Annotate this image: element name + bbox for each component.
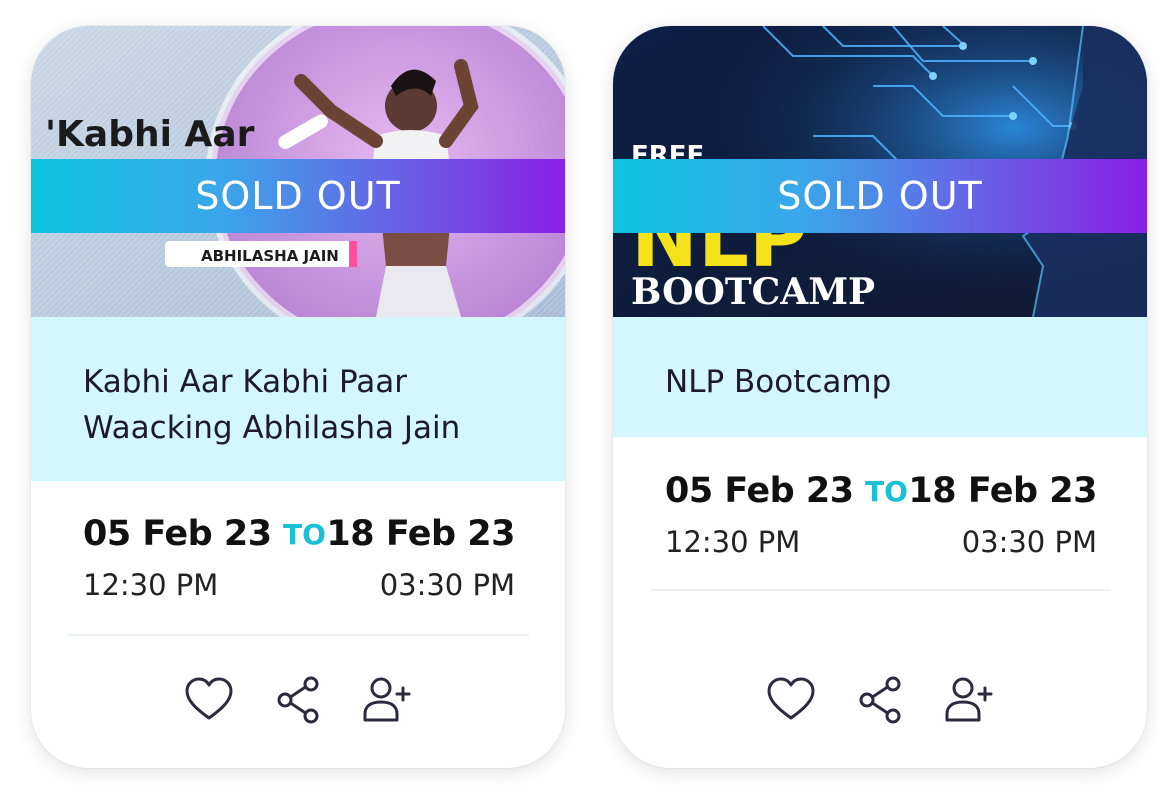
banner-subtext: BOOTCAMP: [631, 271, 875, 313]
heart-icon[interactable]: [183, 674, 235, 726]
sold-out-banner: SOLD OUT: [31, 159, 565, 233]
add-user-icon[interactable]: [361, 674, 413, 726]
share-icon[interactable]: [855, 674, 907, 726]
start-date: 05 Feb 23: [83, 514, 272, 554]
end-time: 03:30 PM: [379, 568, 515, 602]
event-title[interactable]: Kabhi Aar Kabhi Paar Waacking Abhilasha …: [83, 359, 513, 451]
event-dates: 05 Feb 23 TO 18 Feb 23 12:30 PM 03:30 PM: [83, 514, 515, 612]
card-actions: [31, 674, 565, 734]
start-date: 05 Feb 23: [665, 471, 854, 511]
divider: [69, 634, 529, 636]
to-label: TO: [865, 475, 908, 508]
sold-out-banner: SOLD OUT: [613, 159, 1147, 233]
heart-icon[interactable]: [765, 674, 817, 726]
to-label: TO: [283, 518, 326, 551]
divider: [651, 589, 1111, 591]
card-actions: [613, 674, 1147, 734]
banner-subtext: ABHILASHA JAIN: [201, 247, 339, 265]
end-date: 18 Feb 23: [908, 471, 1097, 511]
event-card[interactable]: 'Kabhi Aar ABHILASHA JAIN SOLD OUT Kabhi…: [31, 26, 565, 768]
start-time: 12:30 PM: [665, 525, 801, 559]
end-date: 18 Feb 23: [326, 514, 515, 554]
add-user-icon[interactable]: [943, 674, 995, 726]
event-card[interactable]: FREE NLP BOOTCAMP SOLD OUT NLP Bootcamp …: [613, 26, 1147, 768]
share-icon[interactable]: [273, 674, 325, 726]
event-dates: 05 Feb 23 TO 18 Feb 23 12:30 PM 03:30 PM: [665, 471, 1097, 569]
event-title[interactable]: NLP Bootcamp: [665, 359, 1095, 405]
event-title-box: NLP Bootcamp: [613, 317, 1147, 437]
event-title-box: Kabhi Aar Kabhi Paar Waacking Abhilasha …: [31, 317, 565, 481]
start-time: 12:30 PM: [83, 568, 219, 602]
end-time: 03:30 PM: [961, 525, 1097, 559]
banner-text: 'Kabhi Aar: [45, 114, 255, 155]
